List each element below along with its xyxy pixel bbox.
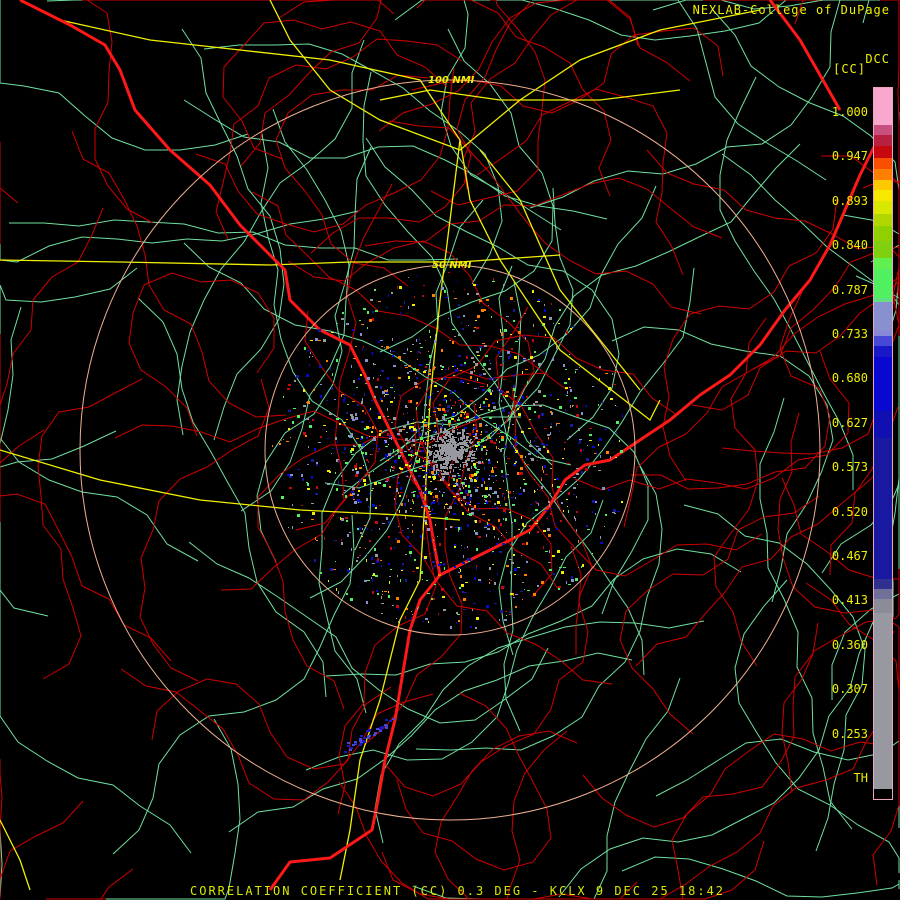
color-scale-label: 0.787: [831, 282, 868, 297]
unit-label: [CC]: [833, 62, 866, 76]
color-scale-label: 0.680: [831, 371, 868, 386]
credit-label: NEXLAB-College of DuPage: [692, 3, 890, 17]
interstate-highways: [0, 0, 761, 891]
color-scale-label: 0.627: [831, 415, 868, 430]
color-scale-label: 0.253: [831, 726, 868, 741]
color-scale-label: 0.520: [831, 504, 868, 519]
color-scale-label: 0.893: [831, 193, 868, 208]
ring-label-50nmi: 50 NMI: [432, 260, 472, 271]
color-scale-label: 0.307: [831, 682, 868, 697]
product-code: DCC: [865, 52, 890, 66]
color-scale-bar: [873, 87, 893, 800]
color-scale-label: 0.467: [831, 549, 868, 563]
color-scale-label: 0.573: [831, 460, 868, 475]
radar-map[interactable]: 100 NMI 50 NMI: [0, 0, 900, 900]
color-scale-label: 1.000: [831, 105, 868, 119]
color-scale-label: 0.413: [831, 593, 868, 608]
color-scale-label: 0.360: [831, 637, 868, 652]
color-scale-label: 0.840: [831, 238, 868, 253]
product-footer: CORRELATION COEFFICIENT (CC) 0.3 DEG - K…: [190, 884, 726, 898]
ring-label-100nmi: 100 NMI: [428, 75, 475, 86]
color-scale-label: 0.947: [831, 149, 868, 164]
color-scale-label: 0.733: [831, 327, 868, 341]
color-scale-label: TH: [853, 771, 868, 785]
